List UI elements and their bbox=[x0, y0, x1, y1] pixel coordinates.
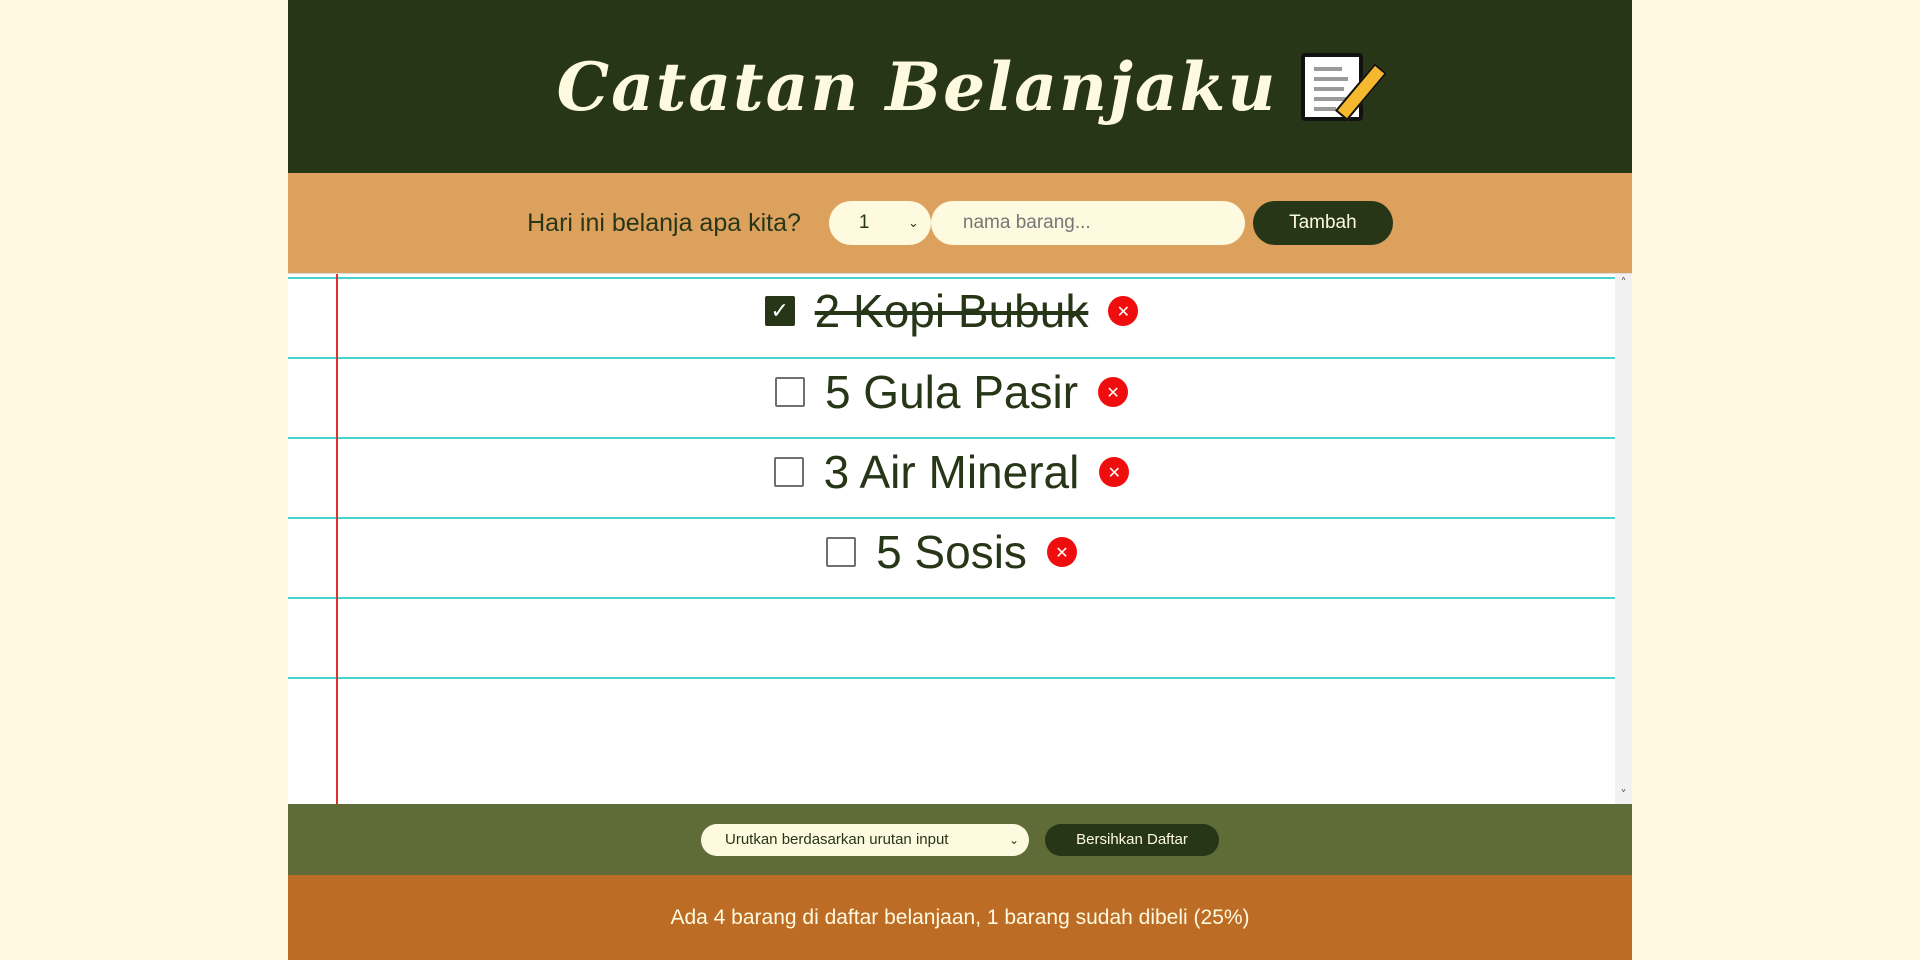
sort-select[interactable]: Urutkan berdasarkan urutan input ⌄ bbox=[701, 823, 1029, 856]
delete-item-button[interactable]: ✕ bbox=[1046, 537, 1077, 567]
delete-item-button[interactable]: ✕ bbox=[1098, 377, 1129, 407]
scroll-down-arrow-icon[interactable]: ˅ bbox=[1615, 788, 1632, 802]
item-name-input[interactable]: nama barang... bbox=[930, 201, 1245, 245]
chevron-down-icon: ⌄ bbox=[907, 215, 919, 230]
list-item: ✓ 2 Kopi Bubuk ✕ bbox=[288, 270, 1615, 352]
delete-item-button[interactable]: ✕ bbox=[1099, 457, 1130, 487]
add-item-button[interactable]: Tambah bbox=[1252, 201, 1393, 245]
item-checkbox[interactable] bbox=[826, 537, 857, 567]
list-item: 5 Gula Pasir ✕ bbox=[288, 352, 1615, 432]
add-item-form: Hari ini belanja apa kita? 1 ⌄ nama bara… bbox=[288, 173, 1632, 273]
clear-list-button[interactable]: Bersihkan Daftar bbox=[1045, 823, 1219, 856]
quantity-value: 1 bbox=[858, 212, 870, 233]
item-label: 5 Gula Pasir bbox=[824, 366, 1079, 418]
list-item: 5 Sosis ✕ bbox=[288, 512, 1615, 592]
delete-item-button[interactable]: ✕ bbox=[1108, 296, 1139, 326]
quantity-select[interactable]: 1 ⌄ bbox=[828, 201, 931, 245]
list-item: 3 Air Mineral ✕ bbox=[288, 432, 1615, 512]
list-scrollbar[interactable]: ˄ ˅ bbox=[1615, 274, 1632, 804]
page-title: Catatan Belanjaku bbox=[556, 47, 1278, 126]
memo-icon bbox=[1301, 52, 1388, 121]
item-checkbox[interactable] bbox=[774, 377, 805, 407]
stats-footer: Ada 4 barang di daftar belanjaan, 1 bara… bbox=[288, 875, 1632, 960]
sort-select-value: Urutkan berdasarkan urutan input bbox=[725, 831, 949, 848]
stats-text: Ada 4 barang di daftar belanjaan, 1 bara… bbox=[670, 905, 1250, 929]
item-checkbox[interactable]: ✓ bbox=[764, 296, 795, 326]
item-name-placeholder: nama barang... bbox=[962, 212, 1091, 233]
list-actions: Urutkan berdasarkan urutan input ⌄ Bersi… bbox=[288, 804, 1632, 875]
app-header: Catatan Belanjaku bbox=[288, 0, 1632, 173]
item-checkbox[interactable] bbox=[773, 457, 804, 487]
shopping-list: ✓ 2 Kopi Bubuk ✕ 5 Gula Pasir ✕ 3 Air Mi… bbox=[288, 273, 1632, 804]
item-list: ✓ 2 Kopi Bubuk ✕ 5 Gula Pasir ✕ 3 Air Mi… bbox=[288, 274, 1615, 592]
form-label: Hari ini belanja apa kita? bbox=[527, 208, 801, 237]
item-label: 5 Sosis bbox=[876, 526, 1027, 578]
chevron-down-icon: ⌄ bbox=[1008, 832, 1019, 847]
scroll-up-arrow-icon[interactable]: ˄ bbox=[1615, 276, 1632, 290]
item-label: 3 Air Mineral bbox=[823, 446, 1080, 498]
shopping-list-app: Catatan Belanjaku Hari ini belanja apa k… bbox=[288, 0, 1632, 960]
item-label: 2 Kopi Bubuk bbox=[814, 285, 1089, 337]
